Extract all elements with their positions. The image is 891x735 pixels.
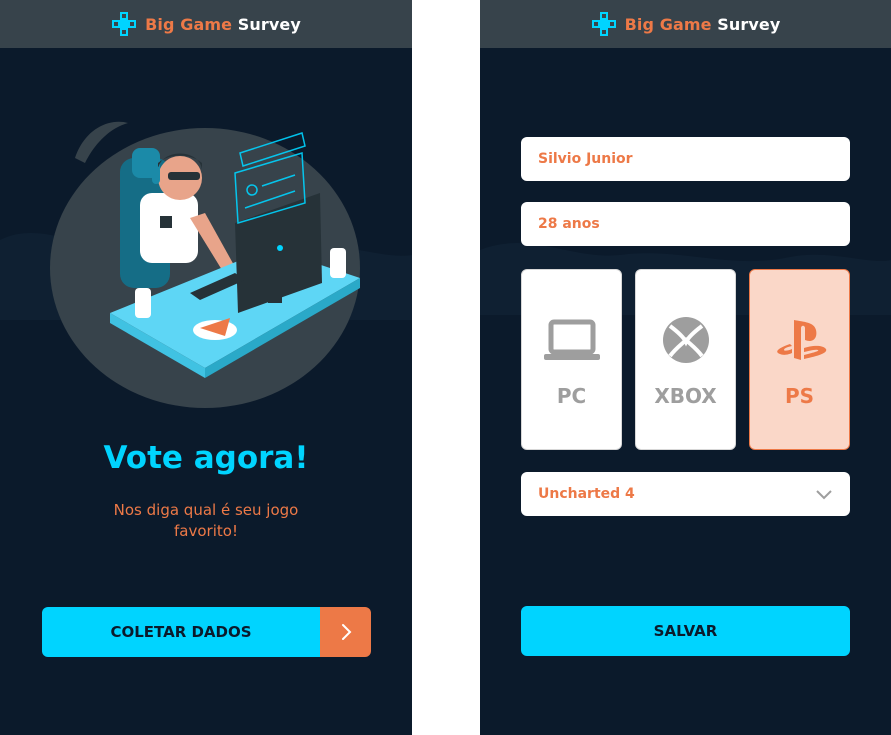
collect-data-label: COLETAR DADOS bbox=[42, 607, 320, 657]
collect-data-button[interactable]: COLETAR DADOS bbox=[42, 607, 371, 657]
playstation-icon bbox=[776, 320, 826, 360]
platform-xbox-label: XBOX bbox=[654, 384, 717, 408]
platform-selector: PC XBOX PS bbox=[521, 269, 850, 450]
home-screen: Big Game Survey Vote agora! Nos diga qua… bbox=[0, 0, 412, 735]
gamer-illustration bbox=[50, 121, 360, 408]
game-select[interactable]: Uncharted 4 bbox=[521, 472, 850, 516]
name-field[interactable] bbox=[521, 137, 850, 181]
laptop-icon bbox=[543, 319, 600, 360]
app-header: Big Game Survey bbox=[480, 0, 891, 48]
brand-secondary: Survey bbox=[237, 14, 301, 34]
platform-ps-label: PS bbox=[784, 384, 815, 408]
xbox-icon bbox=[662, 317, 709, 363]
platform-ps-button[interactable]: PS bbox=[749, 269, 850, 450]
cta-arrow-container bbox=[320, 607, 371, 657]
chevron-down-icon bbox=[816, 490, 832, 500]
app-logo-text: Big Game Survey bbox=[625, 15, 781, 34]
gamepad-cross-icon bbox=[591, 12, 616, 36]
brand-secondary: Survey bbox=[717, 14, 781, 34]
app-logo-text: Big Game Survey bbox=[145, 15, 301, 34]
game-select-value: Uncharted 4 bbox=[538, 486, 635, 502]
platform-pc-button[interactable]: PC bbox=[521, 269, 622, 450]
platform-pc-label: PC bbox=[556, 384, 587, 408]
app-header: Big Game Survey bbox=[0, 0, 412, 48]
save-button[interactable]: SALVAR bbox=[521, 606, 850, 656]
age-field[interactable] bbox=[521, 202, 850, 246]
name-input[interactable] bbox=[538, 151, 833, 167]
chevron-right-icon bbox=[341, 624, 351, 640]
platform-xbox-button[interactable]: XBOX bbox=[635, 269, 736, 450]
brand-primary: Big Game bbox=[145, 14, 233, 34]
page-subtitle: Nos diga qual é seu jogo favorito! bbox=[113, 501, 299, 540]
page-title: Vote agora! bbox=[103, 440, 309, 476]
age-input[interactable] bbox=[538, 216, 833, 232]
brand-primary: Big Game bbox=[624, 14, 712, 34]
form-screen: Big Game Survey PC XBOX bbox=[480, 0, 891, 735]
gamepad-cross-icon bbox=[112, 12, 137, 36]
